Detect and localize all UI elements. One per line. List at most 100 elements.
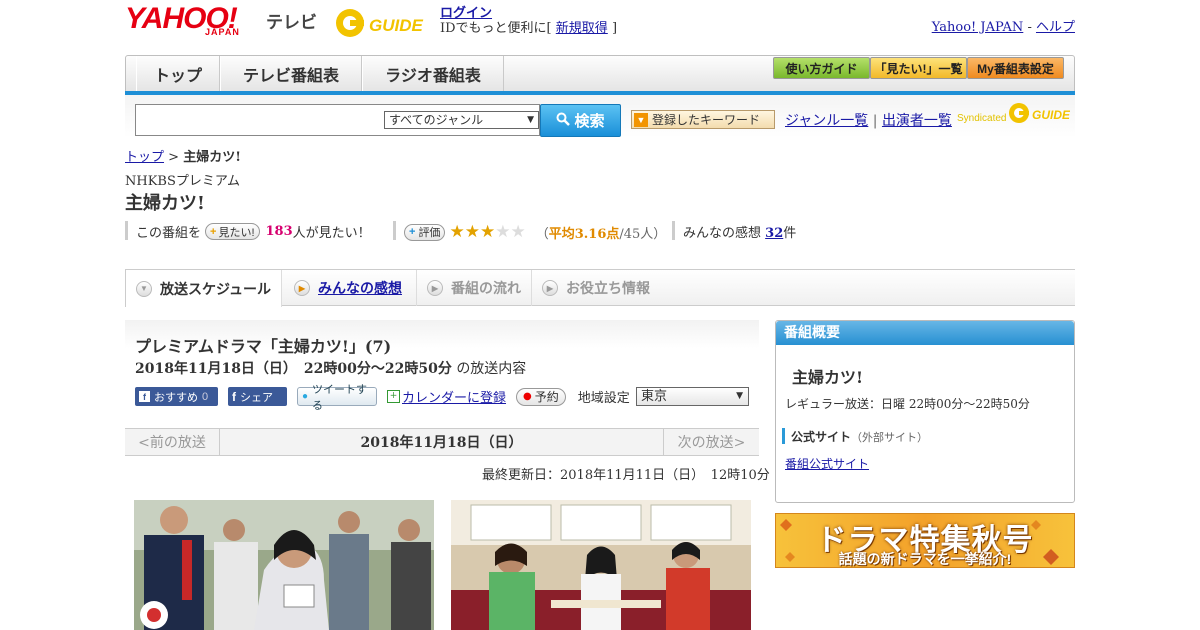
rate-button-label: 評価	[418, 227, 441, 239]
rating-people: /45人）	[619, 226, 667, 242]
svg-text:GUIDE: GUIDE	[1032, 108, 1070, 122]
genre-select[interactable]: すべてのジャンル ▼	[384, 111, 539, 129]
summary-regular: レギュラー放送：日曜 22時00分～22時50分	[785, 397, 1030, 411]
calendar-button[interactable]: + カレンダーに登録	[387, 387, 506, 406]
region-label: 地域設定	[577, 391, 630, 406]
genre-links: ジャンル一覧 | 出演者一覧	[785, 110, 952, 130]
keyword-button-label: 登録したキーワード	[652, 113, 761, 127]
login-close: ]	[611, 21, 618, 36]
next-broadcast-link[interactable]: 次の放送>	[663, 429, 759, 455]
star-full-icon: ★	[449, 222, 465, 242]
drama-promo-banner[interactable]: ドラマ特集秋号 話題の新ドラマを一挙紹介!	[775, 513, 1075, 568]
nav-tab-top[interactable]: トップ	[136, 56, 220, 92]
episode-title: プレミアムドラマ「主婦カツ!」(7)	[135, 337, 392, 356]
program-tabs: ▼ 放送スケジュール ▶ みんなの感想 ▶ 番組の流れ ▶ お役立ち情報	[125, 269, 1075, 307]
guide-button[interactable]: 使い方ガイド	[773, 57, 870, 79]
region-select[interactable]: 東京 ▼	[636, 387, 749, 406]
top-links: Yahoo! JAPAN - ヘルプ	[932, 16, 1075, 35]
reserve-label: 予約	[534, 390, 559, 404]
rating-open: （	[535, 226, 549, 242]
my-schedule-button[interactable]: My番組表設定	[967, 57, 1064, 79]
want-list-button[interactable]: 「見たい!」一覧	[870, 57, 967, 79]
pager-date: 2018年11月18日（日）	[360, 435, 523, 451]
want-prefix: この番組を	[136, 226, 202, 241]
rate-button[interactable]: + 評価	[404, 223, 446, 241]
breadcrumb-current: 主婦カツ!	[183, 150, 241, 165]
syndicated-text: Syndicated	[957, 112, 1007, 124]
plus-icon: +	[210, 225, 217, 238]
want-suffix: 人が見たい！	[292, 226, 371, 241]
channel-name: NHKBSプレミアム	[125, 174, 240, 189]
tab-schedule-label: 放送スケジュール	[160, 280, 272, 297]
tweet-button[interactable]: ● ツイートする	[297, 384, 377, 412]
want-button[interactable]: + 見たい!	[205, 223, 260, 240]
share-button[interactable]: f シェア	[228, 387, 287, 406]
reviews-suffix: 件	[783, 226, 797, 241]
svg-text:GUIDE: GUIDE	[369, 16, 424, 35]
tab-reviews[interactable]: ▶ みんなの感想	[282, 270, 417, 306]
chevron-down-icon: ▼	[136, 280, 152, 297]
want-count: 183	[265, 224, 293, 239]
search-button-label: 検索	[574, 113, 605, 130]
prev-broadcast-link[interactable]: <前の放送	[125, 429, 220, 455]
gguide-logo: GUIDE	[335, 6, 431, 40]
breadcrumb-top-link[interactable]: トップ	[125, 150, 164, 165]
program-summary-box: 番組概要 主婦カツ! レギュラー放送：日曜 22時00分～22時50分 公式サイ…	[775, 320, 1075, 503]
summary-header: 番組概要	[776, 321, 1074, 345]
nav-tab-radio[interactable]: ラジオ番組表	[362, 56, 504, 92]
recommend-button[interactable]: f おすすめ 0	[135, 387, 218, 406]
episode-date-suffix: の放送内容	[456, 361, 527, 377]
stat-divider	[393, 221, 396, 240]
link-divider: |	[872, 113, 878, 129]
broadcast-pager: <前の放送 2018年11月18日（日） 次の放送>	[125, 428, 759, 456]
reviews-count-link[interactable]: 32	[765, 226, 783, 241]
dropdown-arrow-icon: ▼	[634, 112, 648, 127]
nav-tab-tv[interactable]: テレビ番組表	[220, 56, 362, 92]
reviews-prefix: みんなの感想	[683, 226, 762, 241]
calendar-link: カレンダーに登録	[402, 391, 507, 406]
reserve-button[interactable]: ● 予約	[516, 387, 566, 406]
tab-reviews-label: みんなの感想	[318, 280, 402, 296]
calendar-icon: +	[387, 390, 400, 403]
tab-flow-label: 番組の流れ	[451, 280, 521, 296]
search-icon	[556, 112, 571, 130]
last-updated: 最終更新日：2018年11月11日（日） 12時10分	[482, 468, 770, 483]
region-value: 東京	[641, 389, 668, 404]
logo-japan-text: JAPAN	[205, 27, 240, 37]
performer-list-link[interactable]: 出演者一覧	[882, 113, 952, 129]
search-button[interactable]: 検索	[540, 104, 621, 137]
star-full-icon: ★	[479, 222, 496, 242]
page-title: 主婦カツ!	[125, 193, 205, 214]
rating-stars: ★★★★★	[449, 222, 525, 242]
play-icon: ▶	[427, 280, 443, 296]
top-links-dash: -	[1023, 20, 1036, 35]
help-link[interactable]: ヘルプ	[1036, 20, 1075, 35]
rating-average: 平均3.16点	[548, 226, 620, 242]
chevron-down-icon: ▼	[527, 115, 534, 125]
genre-select-value: すべてのジャンル	[389, 113, 484, 127]
tweet-label: ツイートする	[312, 383, 368, 412]
genre-list-link[interactable]: ジャンル一覧	[785, 113, 868, 129]
official-site-link[interactable]: 番組公式サイト	[785, 455, 869, 472]
yahoo-japan-link[interactable]: Yahoo! JAPAN	[932, 20, 1024, 35]
keyword-button[interactable]: ▼ 登録したキーワード	[631, 110, 775, 129]
episode-photo	[451, 500, 751, 630]
service-name: テレビ	[266, 13, 317, 32]
tab-flow: ▶ 番組の流れ	[417, 270, 532, 306]
tab-info-label: お役立ち情報	[566, 280, 650, 296]
login-box: ログイン IDでもっと便利に[ 新規取得 ]	[440, 6, 617, 36]
plus-icon: +	[409, 226, 416, 238]
official-site-note: （外部サイト）	[851, 431, 929, 444]
episode-date: 2018年11月18日（日） 22時00分～22時50分	[135, 361, 452, 377]
star-empty-icon: ★	[510, 222, 526, 242]
login-link[interactable]: ログイン	[440, 6, 492, 21]
tab-schedule[interactable]: ▼ 放送スケジュール	[125, 270, 282, 307]
facebook-icon: f	[232, 389, 236, 404]
program-stats: この番組を + 見たい! 183 人が見たい！ + 評価 ★★★★★ （平均3.16点…	[125, 219, 805, 243]
share-label: シェア	[240, 391, 273, 404]
syndicated-logo: Syndicated GUIDE	[957, 101, 1070, 125]
signup-link[interactable]: 新規取得	[556, 21, 608, 36]
star-full-icon: ★	[464, 222, 480, 242]
social-bar: f おすすめ 0 f シェア ● ツイートする + カレンダーに登録 ● 予約 地域設定	[135, 384, 630, 412]
stat-divider	[672, 221, 675, 240]
